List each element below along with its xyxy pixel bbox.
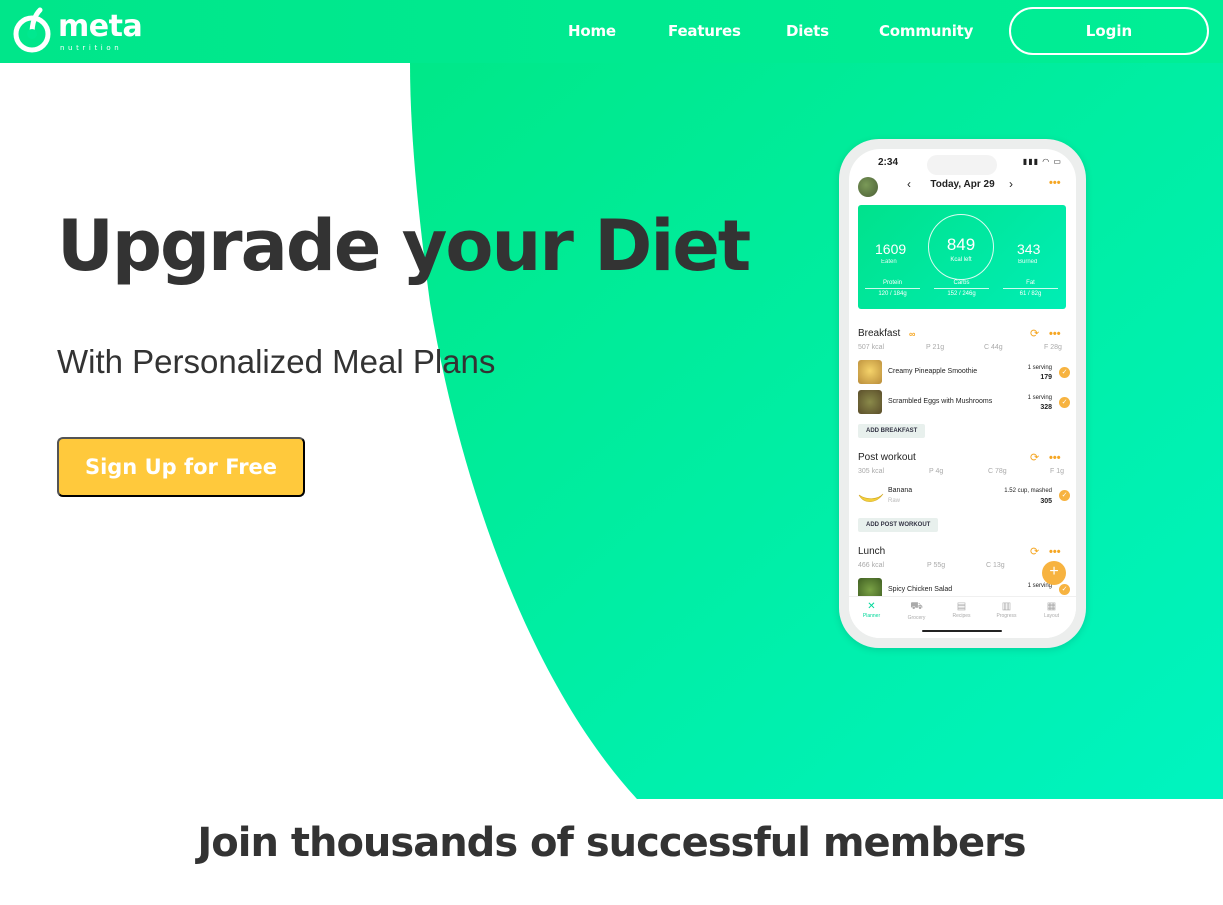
grid-icon: ▦ [1046, 601, 1057, 612]
fat-value: 61 / 82g [1019, 291, 1042, 297]
burned-value: 343 [1017, 241, 1041, 257]
food-kcal: 179 [1040, 374, 1052, 381]
food-name[interactable]: Banana [888, 487, 912, 494]
add-post-workout-button[interactable]: ADD POST WORKOUT [858, 518, 939, 532]
cart-icon: ⛟ [910, 601, 923, 612]
carbs-bar [934, 288, 989, 289]
food-name[interactable]: Spicy Chicken Salad [888, 586, 952, 593]
date-label: Today, Apr 29 [930, 179, 995, 190]
food-name[interactable]: Scrambled Eggs with Mushrooms [888, 398, 992, 405]
calorie-summary-card: 1609 Eaten 849 Kcal left 343 Burned Prot… [858, 205, 1066, 309]
fat-bar [1003, 288, 1058, 289]
burned-label: Burned [1018, 259, 1038, 265]
more-icon[interactable]: ••• [1049, 546, 1061, 558]
bar-chart-icon: ▥ [1001, 601, 1012, 612]
food-serving: 1.52 cup, mashed [1004, 488, 1052, 494]
refresh-icon[interactable]: ⟳ [1030, 451, 1039, 464]
add-fab-button[interactable]: + [1042, 561, 1066, 585]
hero-title: Upgrade your Diet [57, 205, 751, 287]
protein-label: Protein [882, 280, 902, 286]
food-serving: 1 serving [1027, 365, 1052, 371]
kcal-left-value: 849 [946, 235, 976, 254]
tab-recipes[interactable]: ▤ Recipes [939, 601, 984, 619]
nav-features-link[interactable]: Features [668, 22, 741, 40]
meal-fat: F 1g [1050, 468, 1065, 475]
refresh-icon[interactable]: ⟳ [1030, 545, 1039, 558]
food-thumbnail [858, 390, 882, 414]
protein-bar [865, 288, 920, 289]
tab-grocery[interactable]: ⛟ Grocery [894, 601, 939, 621]
infinity-icon: ∞ [909, 329, 916, 339]
meal-title-lunch: Lunch [858, 546, 886, 557]
meal-title-breakfast: Breakfast [858, 328, 901, 339]
carbs-label: Carbs [953, 280, 970, 286]
login-button[interactable]: Login [1009, 7, 1209, 55]
more-icon[interactable]: ••• [1049, 328, 1061, 340]
meal-title-post-workout: Post workout [858, 452, 916, 463]
apple-logo-icon [13, 7, 51, 53]
status-time: 2:34 [878, 157, 899, 168]
nav-diets-link[interactable]: Diets [786, 22, 829, 40]
banana-thumbnail [858, 493, 884, 502]
recipe-icon: ▤ [956, 601, 967, 612]
meal-kcal: 305 kcal [858, 468, 885, 475]
hero-section: Upgrade your Diet With Personalized Meal… [0, 63, 1223, 799]
meal-protein: P 55g [927, 562, 946, 569]
more-icon[interactable]: ••• [1049, 177, 1061, 189]
hero-subtitle: With Personalized Meal Plans [57, 343, 496, 380]
eaten-label: Eaten [881, 259, 897, 265]
meal-carbs: C 78g [988, 468, 1007, 475]
food-kcal: 328 [1040, 404, 1052, 411]
fat-macro: Fat 61 / 82g [1003, 280, 1058, 297]
food-thumbnail [858, 360, 882, 384]
home-indicator [922, 630, 1002, 632]
meal-kcal: 507 kcal [858, 344, 885, 351]
more-icon[interactable]: ••• [1049, 452, 1061, 464]
top-navbar: meta nutrition Home Features Diets Commu… [0, 0, 1223, 63]
kcal-left-label: Kcal left [950, 257, 972, 263]
status-icons: ▮▮▮ ◠ ▭ [1022, 157, 1062, 166]
phone-screen: 2:34 ▮▮▮ ◠ ▭ ‹ Today, Apr 29 › ••• 1609 … [849, 149, 1076, 638]
check-icon[interactable]: ✓ [1059, 490, 1070, 501]
check-icon[interactable]: ✓ [1059, 584, 1070, 595]
tab-planner[interactable]: ✕ Planner [849, 601, 894, 619]
check-icon[interactable]: ✓ [1059, 397, 1070, 408]
meal-kcal: 466 kcal [858, 562, 885, 569]
utensils-icon: ✕ [867, 601, 876, 612]
carbs-macro: Carbs 152 / 246g [934, 280, 989, 297]
check-icon[interactable]: ✓ [1059, 367, 1070, 378]
members-heading: Join thousands of successful members [197, 820, 1026, 866]
nav-home-link[interactable]: Home [568, 22, 616, 40]
add-breakfast-button[interactable]: ADD BREAKFAST [858, 424, 926, 438]
carbs-value: 152 / 246g [947, 291, 976, 297]
phone-notch [927, 155, 997, 175]
protein-macro: Protein 120 / 184g [865, 280, 920, 297]
meal-carbs: C 13g [986, 562, 1005, 569]
fat-label: Fat [1026, 280, 1035, 286]
protein-value: 120 / 184g [878, 291, 907, 297]
brand-logo[interactable]: meta nutrition [12, 6, 143, 56]
food-sub: Raw [888, 498, 901, 504]
food-serving: 1 serving [1027, 395, 1052, 401]
meal-fat: F 28g [1044, 344, 1062, 351]
chevron-right-icon[interactable]: › [1009, 177, 1013, 191]
signup-button[interactable]: Sign Up for Free [57, 437, 305, 497]
nav-community-link[interactable]: Community [879, 22, 973, 40]
tab-layout[interactable]: ▦ Layout [1029, 601, 1074, 619]
phone-mockup: 2:34 ▮▮▮ ◠ ▭ ‹ Today, Apr 29 › ••• 1609 … [839, 139, 1086, 648]
eaten-value: 1609 [875, 241, 907, 257]
food-name[interactable]: Creamy Pineapple Smoothie [888, 368, 977, 375]
refresh-icon[interactable]: ⟳ [1030, 327, 1039, 340]
tab-progress[interactable]: ▥ Progress [984, 601, 1029, 619]
meal-protein: P 4g [929, 468, 944, 475]
brand-tagline: nutrition [60, 44, 123, 52]
meal-carbs: C 44g [984, 344, 1003, 351]
brand-name: meta [58, 9, 143, 44]
meal-protein: P 21g [926, 344, 945, 351]
food-kcal: 305 [1040, 498, 1052, 505]
